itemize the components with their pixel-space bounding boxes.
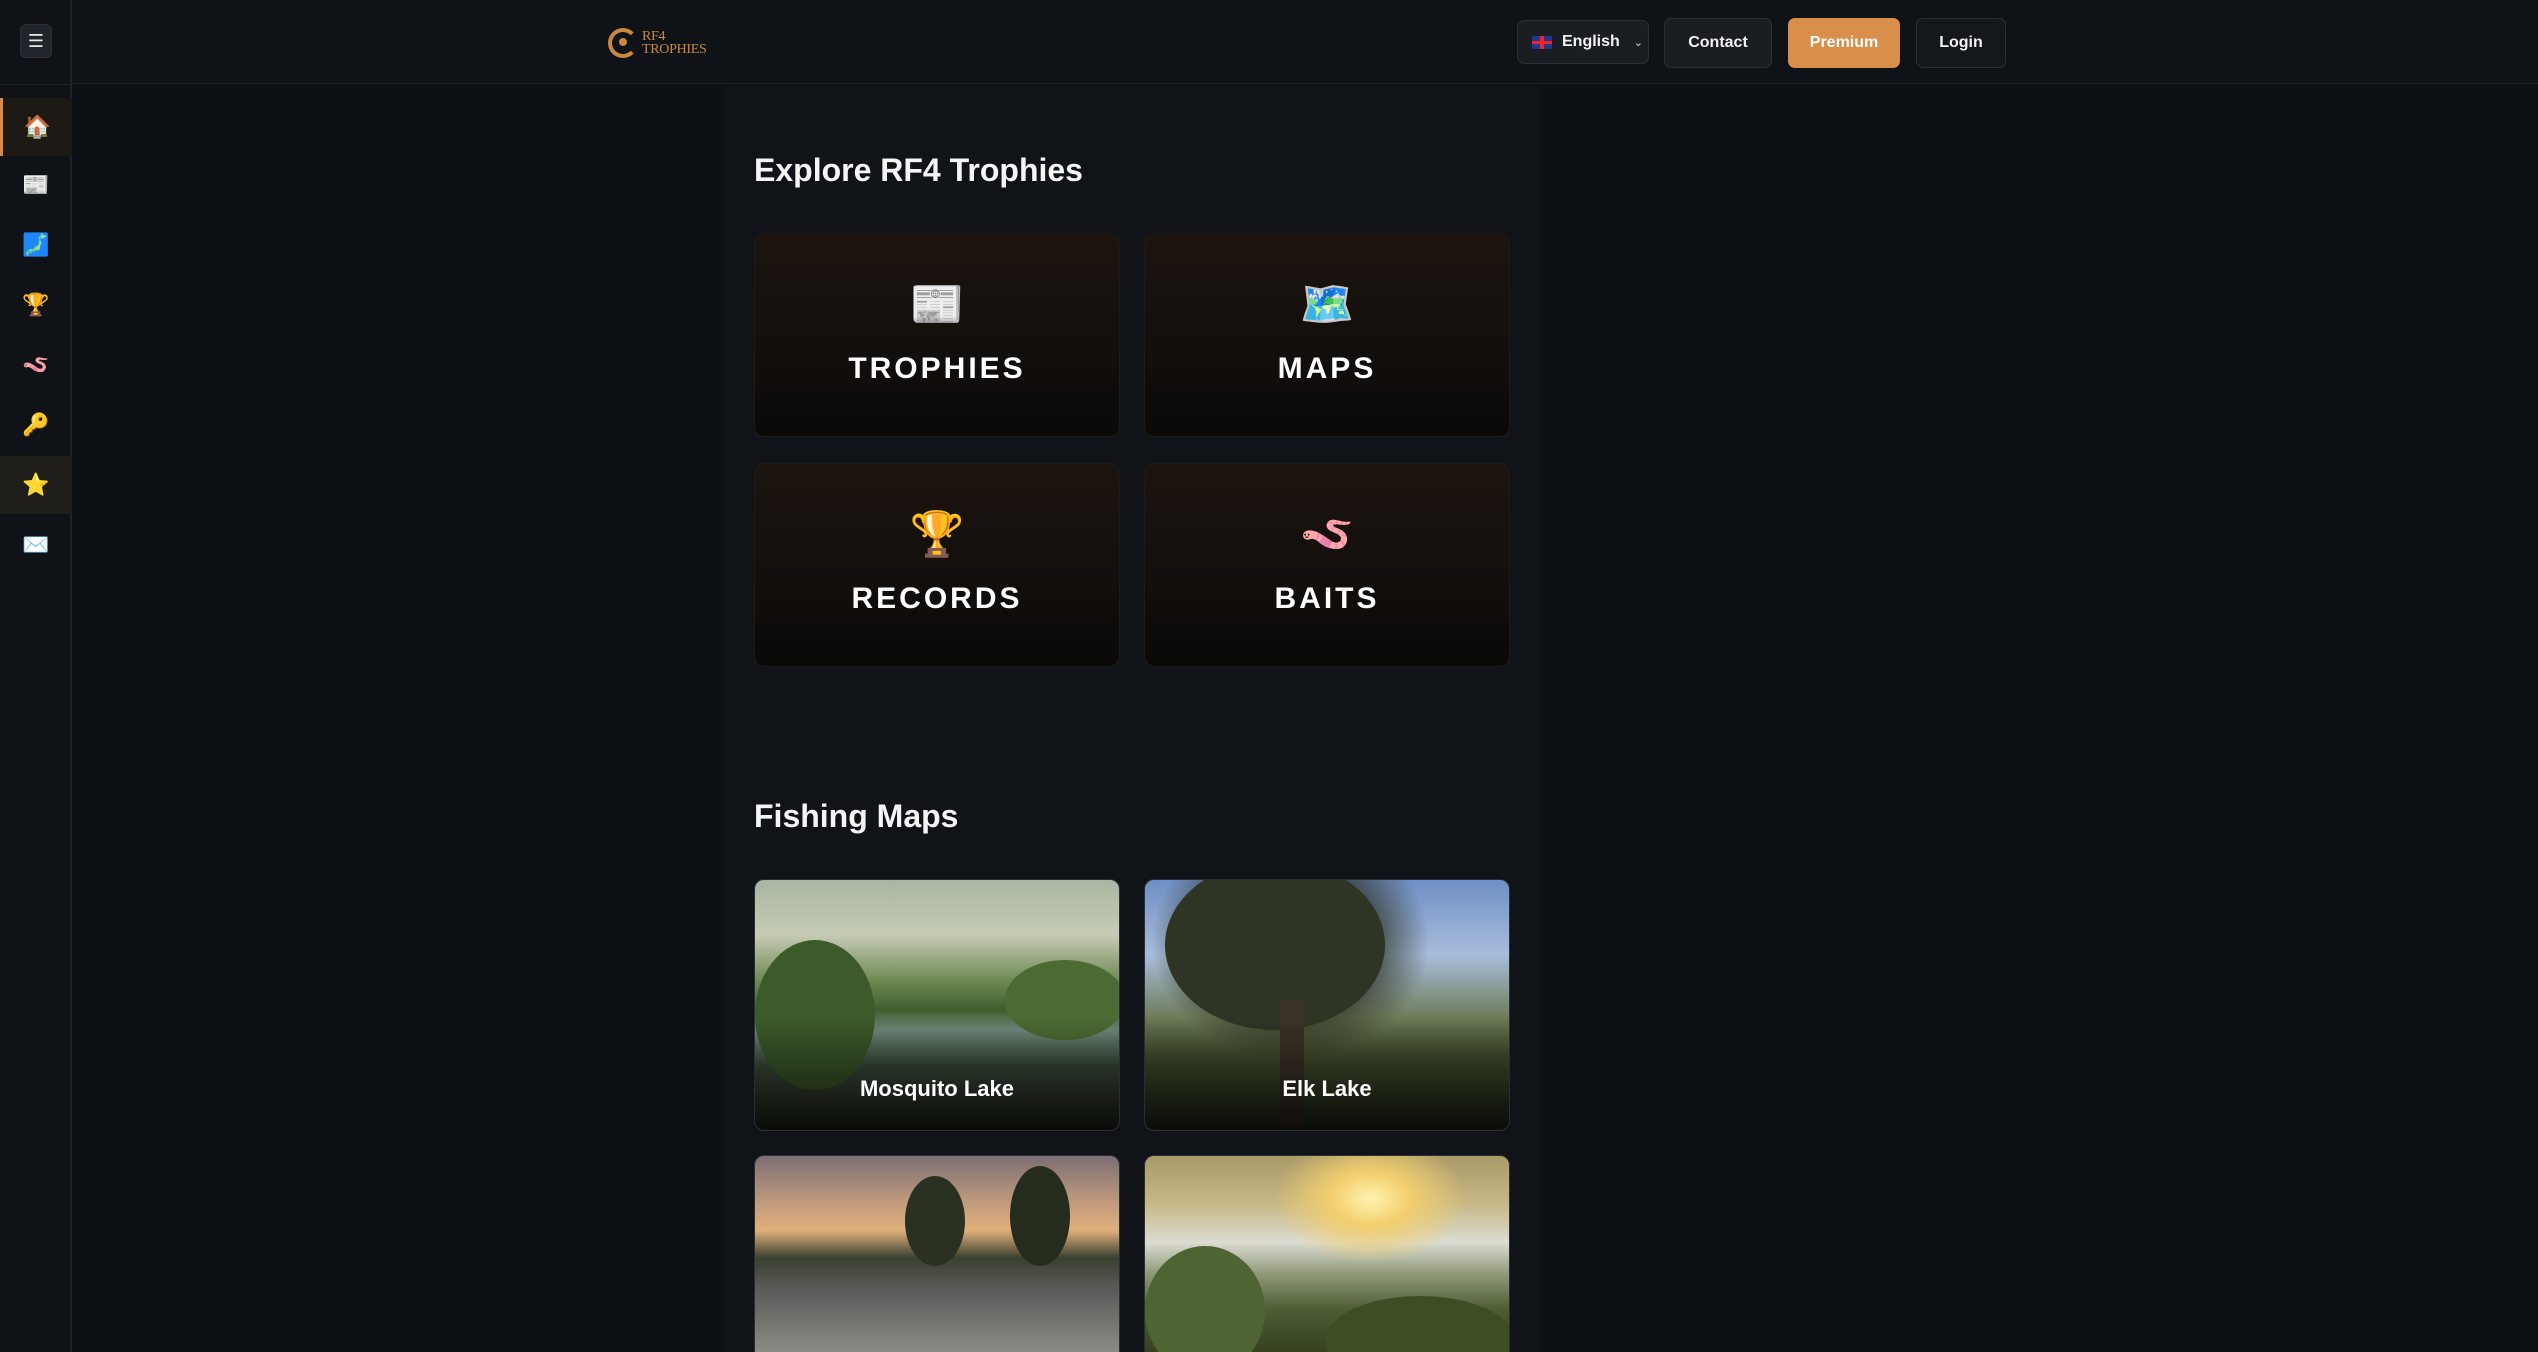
logo-mark-icon — [608, 28, 638, 58]
language-label: English — [1562, 33, 1620, 50]
map-card-4[interactable] — [1144, 1155, 1510, 1352]
chevron-down-icon: ⌄ — [1633, 36, 1643, 49]
sidebar-item-maps[interactable]: 🗾 — [0, 216, 72, 274]
sidebar-divider — [0, 84, 72, 85]
uk-flag-icon — [1532, 35, 1552, 49]
category-card-records[interactable]: 🏆 RECORDS — [754, 463, 1120, 667]
explore-section-title: Explore RF4 Trophies — [754, 152, 1083, 188]
category-card-trophies[interactable]: 📰 TROPHIES — [754, 233, 1120, 437]
scenery-reeds — [1325, 1296, 1509, 1352]
fishing-maps-section-title: Fishing Maps — [754, 798, 959, 834]
top-header: RF4 TROPHIES English ⌄ Contact Premium L… — [72, 0, 2538, 84]
scenery-tree — [1165, 880, 1385, 1030]
newspaper-icon: 📰 — [909, 280, 965, 329]
premium-button[interactable]: Premium — [1788, 18, 1900, 68]
worm-icon: 🪱 — [22, 352, 50, 377]
trophy-icon: 🏆 — [909, 510, 965, 559]
scenery-tree — [905, 1176, 965, 1266]
category-label: BAITS — [1274, 582, 1380, 615]
sidebar-item-home[interactable]: 🏠 — [0, 98, 72, 156]
category-card-maps[interactable]: 🗺️ MAPS — [1144, 233, 1510, 437]
newspaper-icon: 📰 — [22, 172, 50, 197]
home-icon: 🏠 — [23, 114, 52, 139]
hamburger-icon: ☰ — [27, 31, 45, 51]
card-shade — [755, 1017, 1119, 1130]
menu-toggle-button[interactable]: ☰ — [20, 24, 52, 58]
logo-text: RF4 TROPHIES — [642, 30, 707, 57]
login-button[interactable]: Login — [1916, 18, 2006, 68]
logo-line-2: TROPHIES — [642, 42, 707, 57]
category-label: RECORDS — [851, 582, 1023, 615]
mail-icon: ✉️ — [22, 532, 50, 557]
map-card-mosquito-lake[interactable]: Mosquito Lake — [754, 879, 1120, 1131]
sidebar-item-records[interactable]: 🏆 — [0, 276, 72, 334]
worm-icon: 🪱 — [1299, 510, 1355, 559]
sidebar-item-premium[interactable]: ⭐ — [0, 456, 72, 514]
sidebar-item-trophies[interactable]: 📰 — [0, 156, 72, 214]
contact-button[interactable]: Contact — [1664, 18, 1772, 68]
map-icon: 🗺️ — [1299, 280, 1355, 329]
sidebar-item-baits[interactable]: 🪱 — [0, 336, 72, 394]
scenery-tree — [1010, 1166, 1070, 1266]
sidebar-item-contact[interactable]: ✉️ — [0, 516, 72, 574]
trophy-icon: 🏆 — [22, 292, 50, 317]
category-label: MAPS — [1277, 352, 1377, 385]
key-icon: 🔑 — [22, 412, 50, 437]
map-icon: 🗾 — [22, 232, 50, 257]
site-logo[interactable]: RF4 TROPHIES — [608, 26, 707, 60]
category-label: TROPHIES — [848, 352, 1026, 385]
map-name: Elk Lake — [1282, 1076, 1372, 1101]
map-card-elk-lake[interactable]: Elk Lake — [1144, 879, 1510, 1131]
category-card-baits[interactable]: 🪱 BAITS — [1144, 463, 1510, 667]
sidebar: ☰ 🏠 📰 🗾 🏆 🪱 🔑 ⭐ ✉️ — [0, 0, 72, 1352]
card-shade — [1145, 1017, 1509, 1130]
star-icon: ⭐ — [22, 472, 50, 497]
scenery-tree — [1145, 1246, 1265, 1352]
map-card-3[interactable] — [754, 1155, 1120, 1352]
map-name: Mosquito Lake — [859, 1076, 1014, 1101]
language-selector[interactable]: English ⌄ — [1517, 20, 1649, 64]
sidebar-item-key[interactable]: 🔑 — [0, 396, 72, 454]
